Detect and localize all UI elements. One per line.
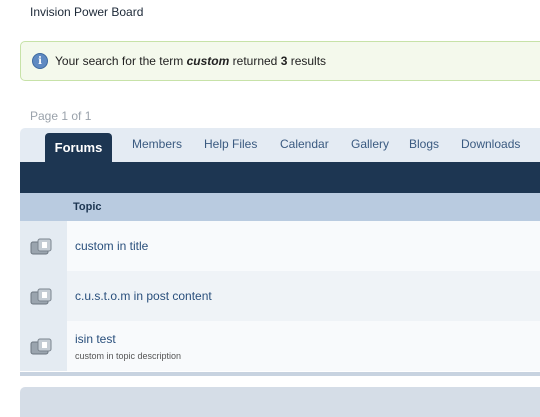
tab-calendar[interactable]: Calendar <box>280 137 329 151</box>
table-footer-divider <box>20 372 540 376</box>
tab-downloads[interactable]: Downloads <box>461 137 520 151</box>
topic-link[interactable]: c.u.s.t.o.m in post content <box>75 289 212 303</box>
tab-members[interactable]: Members <box>132 137 182 151</box>
topic-link[interactable]: isin test <box>75 332 116 346</box>
topic-description: custom in topic description <box>75 351 182 361</box>
table-row: c.u.s.t.o.m in post content <box>20 271 540 322</box>
secondary-nav-bar <box>20 162 540 193</box>
footer-bar <box>20 387 540 417</box>
primary-nav: Forums Members Help Files Calendar Galle… <box>20 128 540 162</box>
site-brand[interactable]: Invision Power Board <box>30 5 143 19</box>
column-topic-header: Topic <box>73 201 102 213</box>
search-term: custom <box>186 54 230 68</box>
table-row: isin test custom in topic description <box>20 321 540 372</box>
tab-forums[interactable]: Forums <box>45 133 112 162</box>
table-header: Topic <box>20 193 540 221</box>
topic-read-icon <box>30 238 52 255</box>
info-icon: i <box>32 53 48 69</box>
topic-read-icon <box>30 338 52 355</box>
table-row: custom in title <box>20 221 540 272</box>
tab-gallery[interactable]: Gallery <box>351 137 389 151</box>
search-result-message: Your search for the term custom returned… <box>55 54 327 68</box>
tab-help-files[interactable]: Help Files <box>204 137 257 151</box>
tab-blogs[interactable]: Blogs <box>409 137 439 151</box>
topic-read-icon <box>30 288 52 305</box>
pagination-label: Page 1 of 1 <box>30 109 92 123</box>
topic-link[interactable]: custom in title <box>75 239 148 253</box>
search-result-notice: i Your search for the term custom return… <box>20 41 540 81</box>
